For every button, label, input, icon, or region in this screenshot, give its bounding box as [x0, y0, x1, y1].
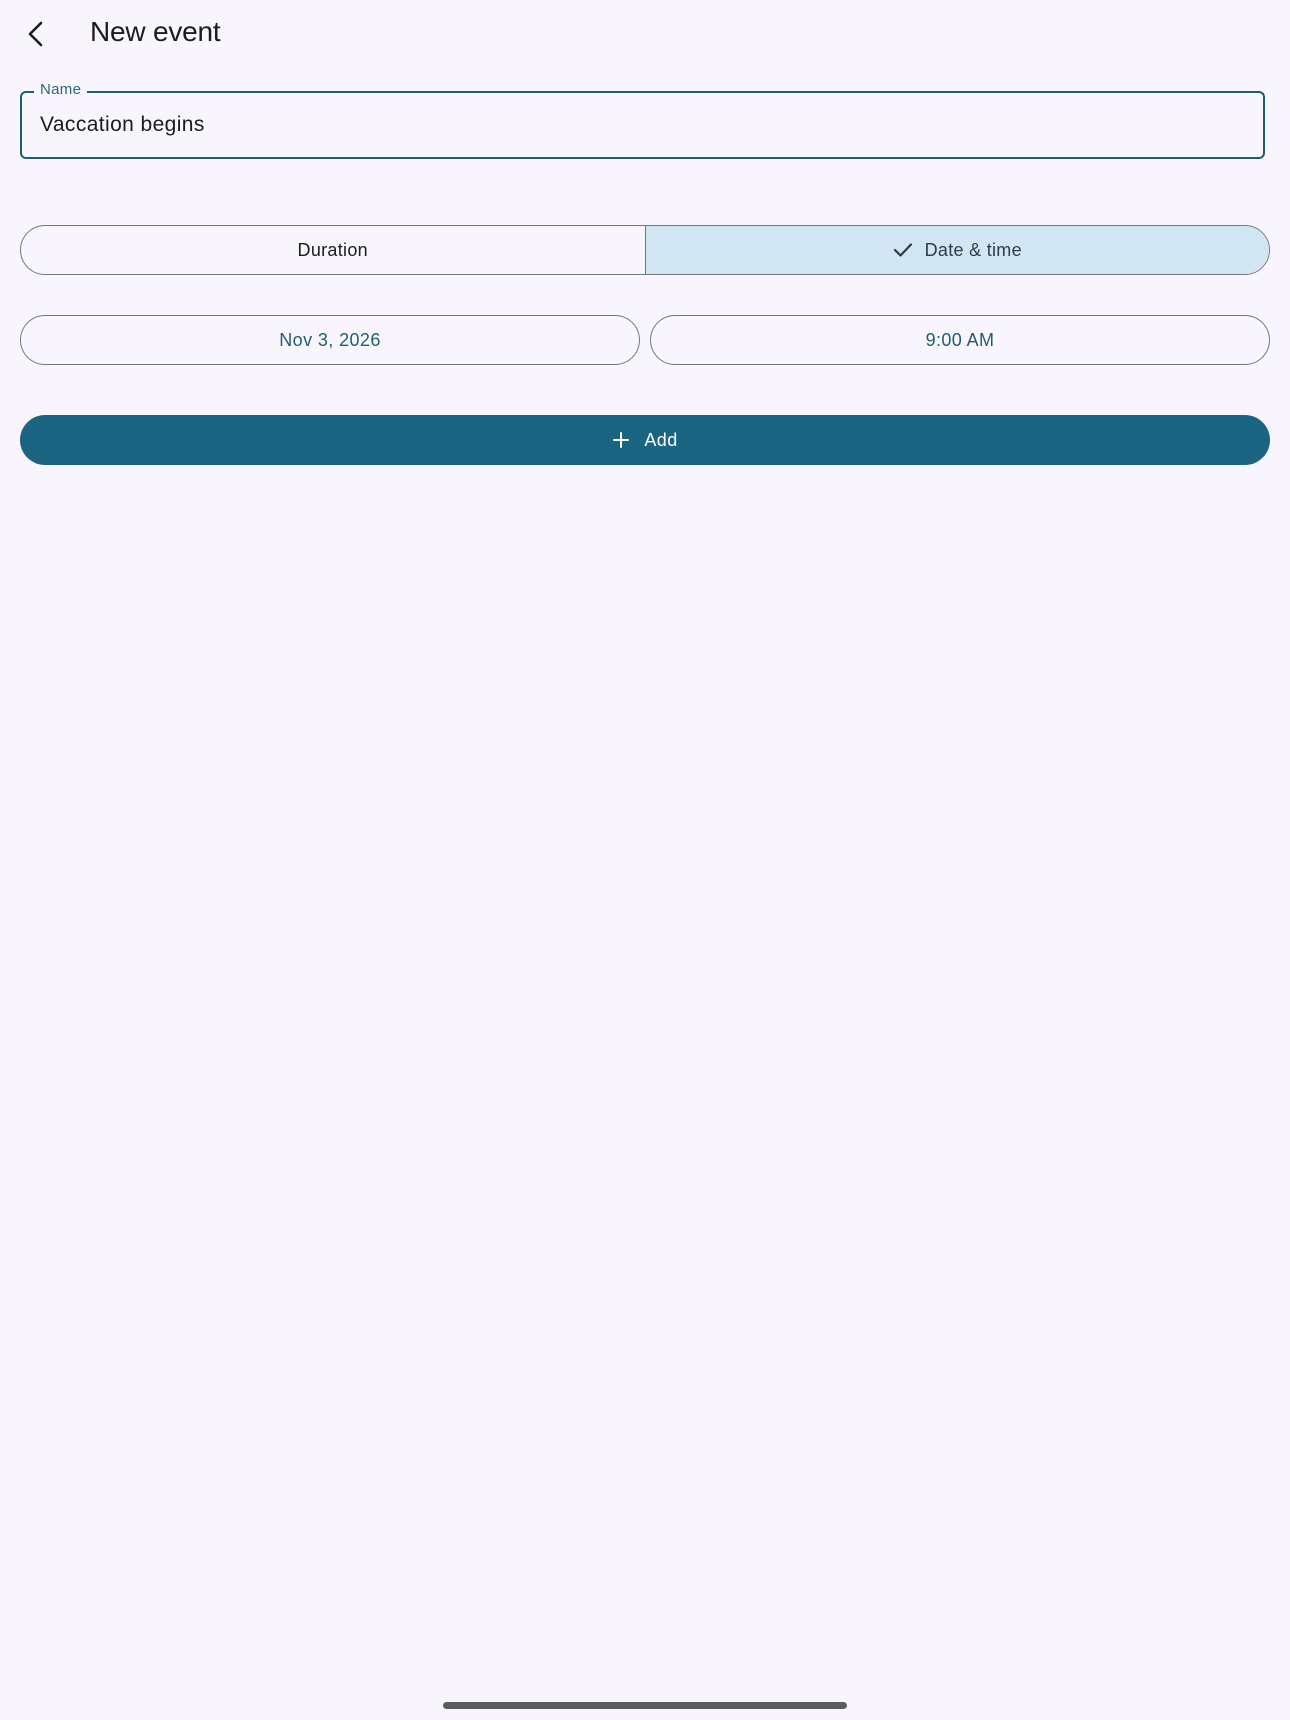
date-picker-button[interactable]: Nov 3, 2026	[20, 315, 640, 365]
segment-date-time-label: Date & time	[924, 239, 1022, 260]
mode-segmented-button: Duration Date & time	[20, 225, 1270, 275]
name-field[interactable]: Name	[20, 81, 1265, 159]
segment-duration-label: Duration	[297, 239, 368, 260]
date-picker-label: Nov 3, 2026	[279, 329, 381, 350]
check-icon	[893, 243, 912, 257]
add-button-label: Add	[644, 429, 678, 450]
add-button[interactable]: Add	[20, 415, 1270, 465]
time-picker-label: 9:00 AM	[925, 329, 995, 350]
time-picker-button[interactable]: 9:00 AM	[650, 315, 1270, 365]
back-arrow-icon	[28, 21, 43, 47]
back-button[interactable]	[14, 12, 58, 56]
segment-date-time[interactable]: Date & time	[645, 226, 1269, 274]
plus-icon	[613, 432, 630, 448]
name-input[interactable]	[40, 93, 1240, 156]
top-app-bar: New event	[0, 0, 1290, 72]
page-title: New event	[90, 16, 221, 47]
home-indicator[interactable]	[443, 1702, 847, 1709]
segment-duration[interactable]: Duration	[21, 226, 646, 274]
